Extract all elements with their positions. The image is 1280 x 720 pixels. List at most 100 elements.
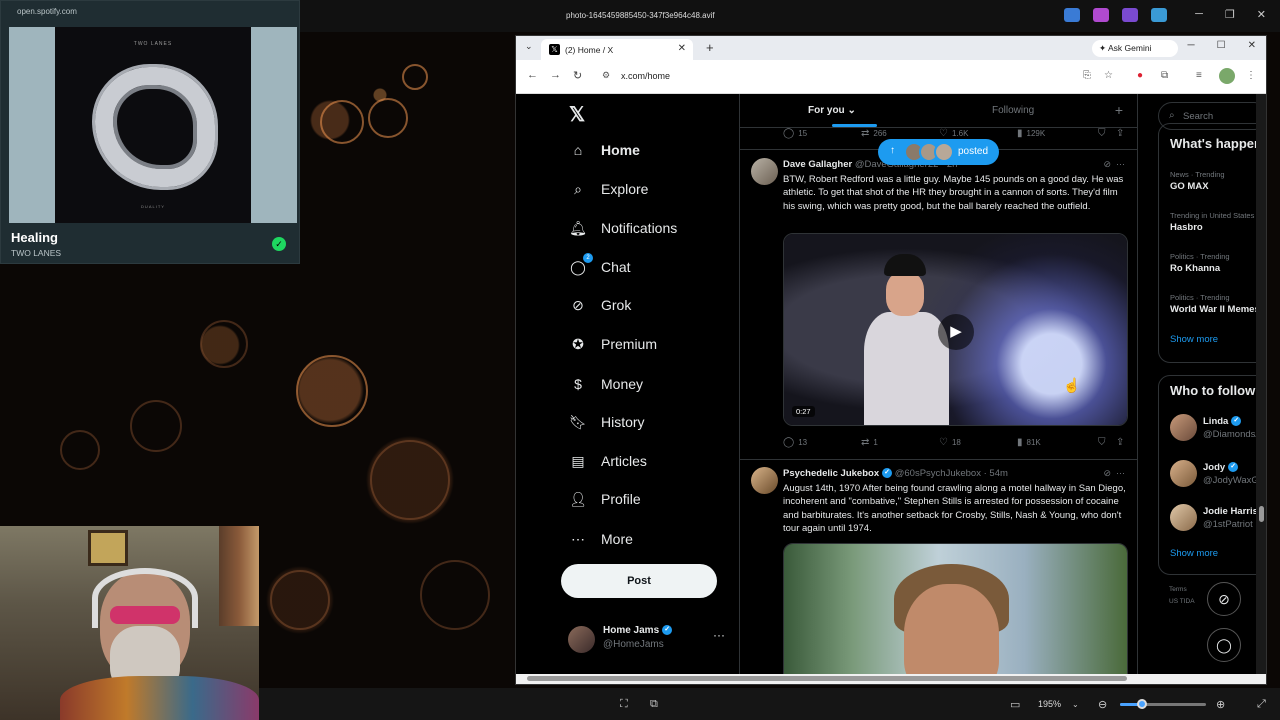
share-button[interactable]: ⇪ xyxy=(1116,128,1124,139)
more-icon[interactable]: ··· xyxy=(1116,159,1125,169)
trend-item[interactable]: Politics · Trending World War II Memes xyxy=(1170,293,1260,315)
reply-button[interactable]: ◯ 15 xyxy=(783,128,807,139)
trends-title: What's happening xyxy=(1170,136,1266,151)
bookmark-star-icon[interactable]: ☆ xyxy=(1104,70,1113,81)
tweet-time[interactable]: · 54m xyxy=(984,468,1008,479)
menu-icon[interactable]: ⋮ xyxy=(1246,70,1256,81)
aspect-icon[interactable]: ▭ xyxy=(1010,698,1020,711)
more-icon[interactable]: ··· xyxy=(1116,468,1125,478)
scroll-thumb[interactable] xyxy=(527,676,1127,681)
show-more-link[interactable]: Show more xyxy=(1170,548,1218,559)
avatar[interactable] xyxy=(751,158,778,185)
trend-item[interactable]: News · Trending GO MAX xyxy=(1170,170,1225,192)
nav-premium[interactable]: ✪ Premium xyxy=(569,330,657,358)
account-switcher[interactable]: Home Jams ✓ @HomeJams ··· xyxy=(568,622,736,662)
nav-more[interactable]: ⋯ More xyxy=(569,525,633,553)
track-title[interactable]: Healing xyxy=(11,230,58,245)
add-tab-icon[interactable]: + xyxy=(1115,102,1123,118)
grok-icon[interactable]: ⊘ xyxy=(1103,159,1111,169)
like-button[interactable]: ♡ 18 xyxy=(939,437,961,448)
vertical-scrollbar[interactable] xyxy=(1256,94,1266,674)
repost-button[interactable]: ⇄ 266 xyxy=(861,128,887,139)
forward-icon[interactable]: → xyxy=(550,69,561,81)
address-text[interactable]: x.com/home xyxy=(621,71,670,81)
minimize-icon[interactable]: ─ xyxy=(1188,40,1195,51)
reload-icon[interactable]: ↻ xyxy=(573,69,582,82)
tab-following[interactable]: Following xyxy=(992,105,1034,116)
post-button[interactable]: Post xyxy=(561,564,717,598)
new-tab-icon[interactable]: + xyxy=(706,40,714,55)
nav-notifications[interactable]: 🔔︎ Notifications xyxy=(569,214,677,242)
back-icon[interactable]: ← xyxy=(527,69,538,81)
like-button[interactable]: ♡ 1.6K xyxy=(939,128,968,139)
scroll-thumb[interactable] xyxy=(1259,506,1264,522)
install-icon[interactable]: ⎘ xyxy=(1083,70,1091,81)
fullscreen-icon[interactable]: ⤢ xyxy=(1257,698,1266,711)
app-icon[interactable] xyxy=(1122,8,1138,22)
reply-button[interactable]: ◯ 13 xyxy=(783,437,807,448)
nav-chat[interactable]: ◯ 2 Chat xyxy=(569,253,631,281)
tweet-author-name[interactable]: Psychedelic Jukebox ✓ xyxy=(783,468,893,479)
minimize-icon[interactable]: ─ xyxy=(1195,8,1203,21)
tweet-author-name[interactable]: Dave Gallagher xyxy=(783,159,852,170)
chevron-down-icon[interactable]: ⌄ xyxy=(1072,700,1079,709)
play-icon[interactable]: ▶ xyxy=(938,314,974,350)
profile-avatar[interactable] xyxy=(1219,68,1235,84)
repost-button[interactable]: ⇄ 1 xyxy=(861,437,878,448)
more-icon[interactable]: ··· xyxy=(713,628,725,642)
app-icon[interactable] xyxy=(1064,8,1080,22)
maximize-icon[interactable]: ☐ xyxy=(1217,40,1226,51)
zoom-out-icon[interactable]: ⊖ xyxy=(1098,698,1107,711)
fit-icon[interactable]: ⛶ xyxy=(620,698,628,711)
nav-grok[interactable]: ⊘ Grok xyxy=(569,291,631,319)
tweet-video[interactable]: ▶ 0:27 xyxy=(783,233,1128,426)
site-info-icon[interactable]: ⚙ xyxy=(602,70,610,81)
track-artist[interactable]: TWO LANES xyxy=(11,248,61,258)
extensions-icon[interactable]: ⧉ xyxy=(1161,70,1168,81)
close-icon[interactable]: ✕ xyxy=(678,43,686,54)
nav-explore[interactable]: ⌕ Explore xyxy=(569,175,648,203)
tab-search-icon[interactable]: ⌄ xyxy=(525,41,533,52)
nav-home[interactable]: ⌂ Home xyxy=(569,136,640,164)
adblock-icon[interactable]: ● xyxy=(1137,70,1143,81)
avatar[interactable] xyxy=(751,467,778,494)
like-count: 18 xyxy=(951,438,961,447)
close-icon[interactable]: ✕ xyxy=(1248,40,1256,51)
zoom-in-icon[interactable]: ⊕ xyxy=(1216,698,1225,711)
tweet-photo[interactable] xyxy=(783,543,1128,684)
grok-icon[interactable]: ⊘ xyxy=(1103,468,1111,478)
tweet-author-handle[interactable]: @60sPsychJukebox xyxy=(895,468,981,479)
ask-gemini-button[interactable]: ✦ Ask Gemini xyxy=(1092,40,1178,57)
app-icon[interactable] xyxy=(1093,8,1109,22)
trend-item[interactable]: Trending in United States Hasbro xyxy=(1170,211,1254,233)
nav-profile[interactable]: 👤︎ Profile xyxy=(569,485,641,513)
close-icon[interactable]: ✕ xyxy=(1257,8,1266,21)
trend-item[interactable]: Politics · Trending Ro Khanna xyxy=(1170,252,1230,274)
zoom-level[interactable]: 195% xyxy=(1038,699,1061,709)
views-button[interactable]: ▮ 81K xyxy=(1017,437,1041,448)
horizontal-scrollbar[interactable] xyxy=(516,674,1266,684)
nav-history[interactable]: 🔖︎ History xyxy=(569,408,644,436)
messages-fab-icon[interactable]: ◯ xyxy=(1207,628,1241,662)
saved-check-icon[interactable]: ✓ xyxy=(272,237,286,251)
views-button[interactable]: ▮ 129K xyxy=(1017,128,1045,139)
share-button[interactable]: ⇪ xyxy=(1116,437,1124,448)
nav-articles[interactable]: ▤ Articles xyxy=(569,447,647,475)
bookmark-button[interactable]: ⛉ xyxy=(1098,437,1106,448)
x-logo-icon[interactable]: 𝕏 xyxy=(569,102,585,127)
restore-icon[interactable]: ❐ xyxy=(1225,8,1235,21)
tab-x-home[interactable]: 𝕏 (2) Home / X ✕ xyxy=(541,39,693,60)
crop-icon[interactable]: ⧉ xyxy=(650,698,658,711)
bookmark-button[interactable]: ⛉ xyxy=(1098,128,1106,139)
nav-money[interactable]: $ Money xyxy=(569,370,643,398)
show-more-link[interactable]: Show more xyxy=(1170,334,1218,345)
zoom-slider-handle[interactable] xyxy=(1136,699,1147,709)
grok-fab-icon[interactable]: ⊘ xyxy=(1207,582,1241,616)
address-bar[interactable]: ⚙ x.com/home xyxy=(594,66,1119,88)
tab-for-you[interactable]: For you ⌄ xyxy=(808,105,856,116)
video-frame: ▶ 0:27 xyxy=(784,234,1127,425)
new-posts-pill[interactable]: ↑ posted xyxy=(878,139,999,165)
footer-terms[interactable]: Terms xyxy=(1169,584,1195,596)
media-icon[interactable]: ≡ xyxy=(1196,70,1202,81)
cloud-icon[interactable] xyxy=(1151,8,1167,22)
